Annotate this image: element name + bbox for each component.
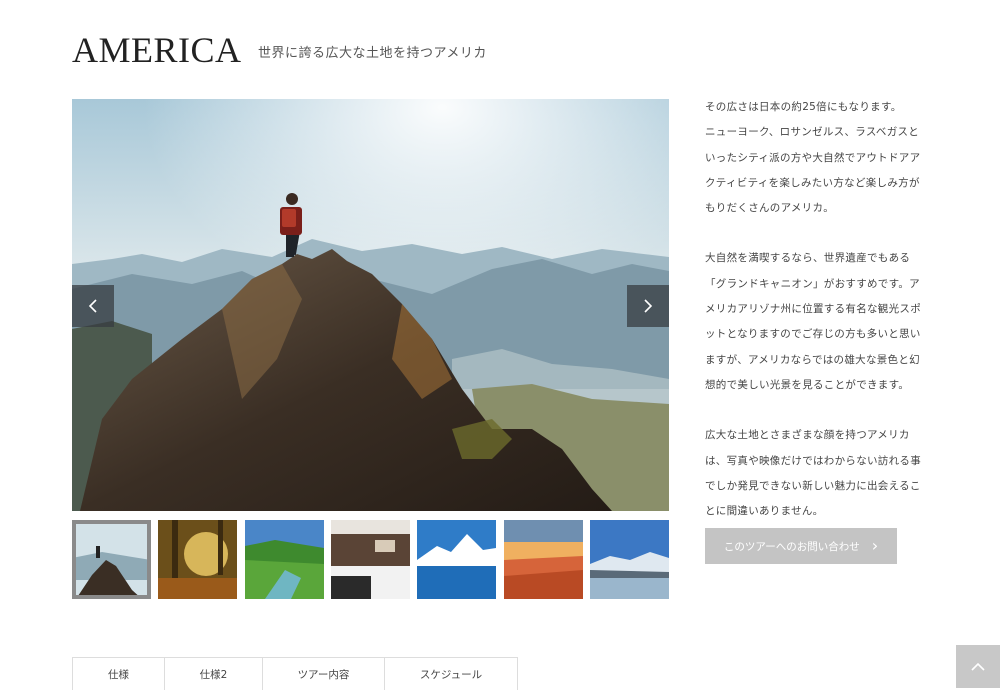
chevron-up-icon xyxy=(971,662,985,671)
tab-schedule[interactable]: スケジュール xyxy=(385,658,517,690)
page-subtitle: 世界に誇る広大な土地を持つアメリカ xyxy=(258,46,487,61)
tab-tour-content[interactable]: ツアー内容 xyxy=(263,658,385,690)
chevron-right-icon xyxy=(644,299,653,313)
chevron-right-icon: › xyxy=(871,536,879,555)
tab-spec2[interactable]: 仕様2 xyxy=(165,658,263,690)
main-slider-image xyxy=(72,99,669,511)
slider-next-button[interactable] xyxy=(627,285,669,327)
contact-tour-button[interactable]: このツアーへのお問い合わせ › xyxy=(705,528,897,564)
tab-spec[interactable]: 仕様 xyxy=(73,658,165,690)
thumbnail-strip xyxy=(72,520,669,599)
thumb-green-stream[interactable] xyxy=(245,520,324,599)
thumb-snowy-mountain-lake[interactable] xyxy=(417,520,496,599)
slider-prev-button[interactable] xyxy=(72,285,114,327)
page-title: AMERICA xyxy=(72,30,242,70)
thumb-glacier[interactable] xyxy=(590,520,669,599)
chevron-left-icon xyxy=(88,299,97,313)
thumb-hotel-room[interactable] xyxy=(331,520,410,599)
description-paragraph: その広さは日本の約25倍にもなります。 ニューヨーク、ロサンゼルス、ラスベガスと… xyxy=(705,101,921,215)
thumb-mountain-hiker[interactable] xyxy=(72,520,151,599)
description-paragraph: 広大な土地とさまざまな顔を持つアメリカは、写真や映像だけではわからない訪れる事で… xyxy=(705,429,921,518)
description-paragraph: 大自然を満喫するなら、世界遺産でもある「グランドキャニオン」がおすすめです。アメ… xyxy=(705,252,921,391)
back-to-top-button[interactable] xyxy=(956,645,1000,688)
tour-description: その広さは日本の約25倍にもなります。 ニューヨーク、ロサンゼルス、ラスベガスと… xyxy=(705,95,927,549)
contact-tour-button-label: このツアーへのお問い合わせ xyxy=(723,540,860,553)
detail-tabs: 仕様 仕様2 ツアー内容 スケジュール xyxy=(72,657,518,690)
thumb-sunset-clouds[interactable] xyxy=(504,520,583,599)
thumb-forest-sunlight[interactable] xyxy=(158,520,237,599)
